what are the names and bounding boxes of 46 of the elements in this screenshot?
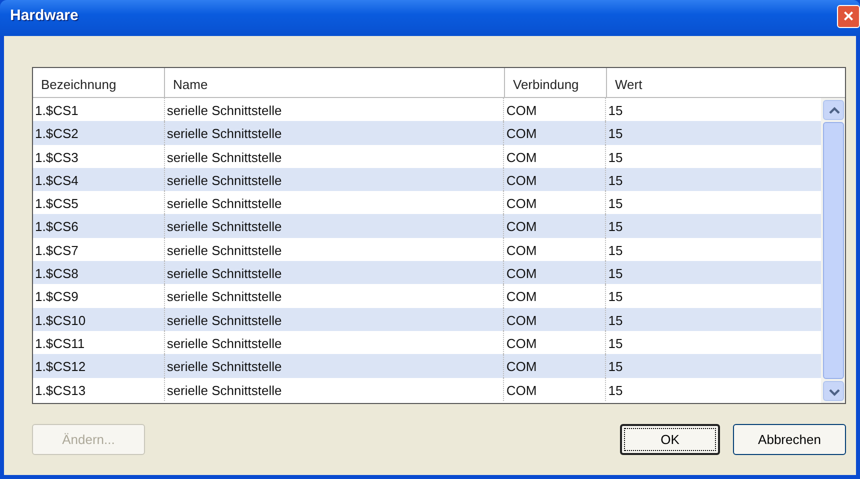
scroll-down-button[interactable] <box>822 381 844 401</box>
table-cell: 1.$CS4 <box>33 168 165 192</box>
scrollbar[interactable] <box>821 98 845 403</box>
table-cell-text: 15 <box>607 382 624 400</box>
table-cell: serielle Schnittstelle <box>164 308 504 331</box>
table-cell-text: 15 <box>607 358 624 376</box>
table-cell: 1.$CS6 <box>33 214 165 238</box>
table-cell: serielle Schnittstelle <box>164 354 504 378</box>
table-cell: 1.$CS12 <box>33 354 165 378</box>
table-cell-text: 15 <box>607 195 624 214</box>
table-cell: serielle Schnittstelle <box>164 378 504 401</box>
table-cell-text: 15 <box>607 265 624 284</box>
table-cell: 1.$CS2 <box>33 121 165 145</box>
scroll-up-button[interactable] <box>822 100 844 120</box>
scroll-thumb[interactable] <box>822 122 844 379</box>
table-cell: 1.$CS13 <box>33 378 165 401</box>
column-header[interactable]: Bezeichnung <box>33 68 165 97</box>
column-header[interactable]: Wert <box>607 68 845 97</box>
dialog-button[interactable]: OK <box>620 424 720 455</box>
table-cell-text: 15 <box>607 102 624 120</box>
table-cell-text: 15 <box>607 172 624 190</box>
window-title: Hardware <box>10 6 78 26</box>
table-cell-text: 15 <box>607 125 624 144</box>
table-cell-text: 15 <box>607 242 624 260</box>
table-cell-text: 15 <box>607 148 624 167</box>
table-cell-text: 15 <box>607 218 624 236</box>
table-cell: serielle Schnittstelle <box>164 214 504 238</box>
table-cell: COM <box>504 261 606 284</box>
table-cell-text: 15 <box>607 334 624 353</box>
table-cell: COM <box>504 378 606 401</box>
table-cell: serielle Schnittstelle <box>164 261 504 284</box>
table-cell: COM <box>504 308 606 331</box>
table-cell: serielle Schnittstelle <box>164 168 504 192</box>
table-cell: serielle Schnittstelle <box>164 121 504 145</box>
column-header[interactable]: Verbindung <box>505 68 607 97</box>
table-cell-text: 15 <box>607 288 624 306</box>
table-cell: COM <box>504 121 606 145</box>
dialog-button[interactable]: Abbrechen <box>733 424 846 455</box>
column-header[interactable]: Name <box>165 68 505 97</box>
table-cell: 1.$CS10 <box>33 308 165 331</box>
table-cell: COM <box>504 354 606 378</box>
table-cell-text: 15 <box>607 312 624 330</box>
table-cell: COM <box>504 214 606 238</box>
table-cell: 1.$CS8 <box>33 261 165 284</box>
close-button[interactable]: × <box>837 4 860 28</box>
table-cell: COM <box>504 168 606 192</box>
